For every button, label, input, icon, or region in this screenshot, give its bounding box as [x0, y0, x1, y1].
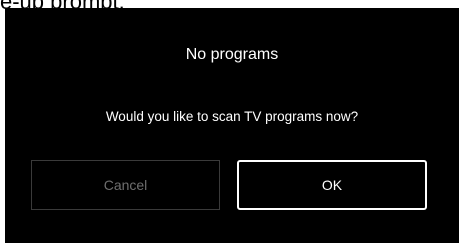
ok-button[interactable]: OK	[237, 160, 427, 210]
cancel-button[interactable]: Cancel	[31, 160, 220, 210]
dialog-title: No programs	[185, 46, 279, 63]
scan-prompt-dialog: No programs Would you like to scan TV pr…	[5, 8, 459, 243]
dialog-message: Would you like to scan TV programs now?	[105, 109, 359, 124]
ok-button-label: OK	[321, 177, 343, 193]
cancel-button-label: Cancel	[103, 177, 148, 193]
